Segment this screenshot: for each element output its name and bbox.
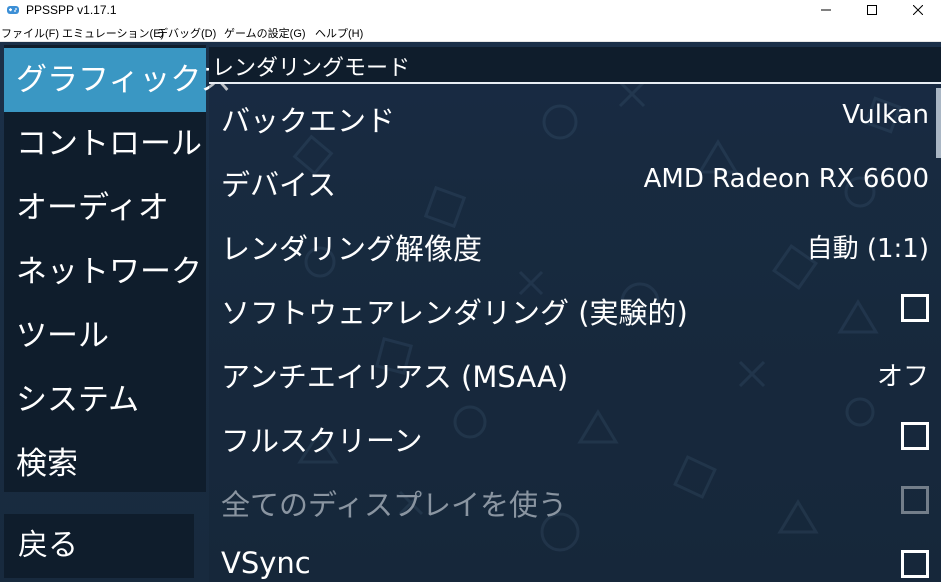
setting-label: デバイス [221,168,337,202]
close-icon [913,5,923,15]
maximize-button[interactable] [849,0,895,20]
vsync-checkbox[interactable] [901,550,929,578]
fullscreen-checkbox[interactable] [901,422,929,450]
window-title: PPSSPP v1.17.1 [26,3,117,17]
setting-software-rendering[interactable]: ソフトウェアレンダリング (実験的) [209,276,941,340]
sidebar-item-system[interactable]: システム [4,368,206,432]
back-button[interactable]: 戻る [4,514,194,578]
minimize-icon [821,9,831,11]
minimize-button[interactable] [803,0,849,20]
setting-vsync[interactable]: VSync [209,532,941,582]
setting-value: オフ [876,362,929,392]
setting-value: 自動 (1:1) [806,234,929,264]
close-button[interactable] [895,0,941,20]
title-bar: PPSSPP v1.17.1 [0,0,941,20]
menu-help[interactable]: ヘルプ(H) [315,25,363,41]
sidebar-item-tools[interactable]: ツール [4,304,206,368]
setting-backend[interactable]: バックエンド Vulkan [209,84,941,148]
setting-label: VSync [221,546,311,580]
sidebar-item-controls[interactable]: コントロール [4,112,206,176]
setting-value: AMD Radeon RX 6600 [643,164,929,194]
settings-scrollbar[interactable] [936,88,941,158]
setting-label: ソフトウェアレンダリング (実験的) [221,296,688,330]
section-title: レンダリングモード [212,56,411,81]
section-header: レンダリングモード [209,47,941,83]
setting-msaa[interactable]: アンチエイリアス (MSAA) オフ [209,340,941,404]
setting-label: 全てのディスプレイを使う [221,488,567,522]
sidebar-item-graphics[interactable]: グラフィックス [4,48,231,112]
sidebar-item-network[interactable]: ネットワーク [4,240,206,304]
menu-debug[interactable]: デバッグ(D) [157,25,216,41]
menu-file[interactable]: ファイル(F) [1,25,59,41]
menu-bar: ファイル(F) エミュレーション(E) デバッグ(D) ゲームの設定(G) ヘル… [0,20,941,42]
app-content: グラフィックス コントロール オーディオ ネットワーク ツール システム 検索 … [0,42,941,582]
menu-game-settings[interactable]: ゲームの設定(G) [224,25,306,41]
ppsspp-app-icon [7,6,19,14]
setting-use-all-displays: 全てのディスプレイを使う [209,468,941,532]
maximize-icon [867,5,877,15]
setting-label: バックエンド [221,104,396,138]
setting-fullscreen[interactable]: フルスクリーン [209,404,941,468]
use-all-displays-checkbox [901,486,929,514]
setting-value: Vulkan [842,100,929,130]
sidebar-item-search[interactable]: 検索 [4,432,206,496]
category-sidebar: グラフィックス コントロール オーディオ ネットワーク ツール システム 検索 [4,45,231,492]
setting-label: アンチエイリアス (MSAA) [221,360,569,394]
setting-label: フルスクリーン [221,424,423,458]
setting-label: レンダリング解像度 [221,232,483,266]
menu-emulation[interactable]: エミュレーション(E) [62,25,164,41]
setting-render-resolution[interactable]: レンダリング解像度 自動 (1:1) [209,212,941,276]
setting-device[interactable]: デバイス AMD Radeon RX 6600 [209,148,941,212]
sidebar-item-audio[interactable]: オーディオ [4,176,206,240]
software-rendering-checkbox[interactable] [901,294,929,322]
settings-list: バックエンド Vulkan デバイス AMD Radeon RX 6600 レン… [209,84,941,582]
